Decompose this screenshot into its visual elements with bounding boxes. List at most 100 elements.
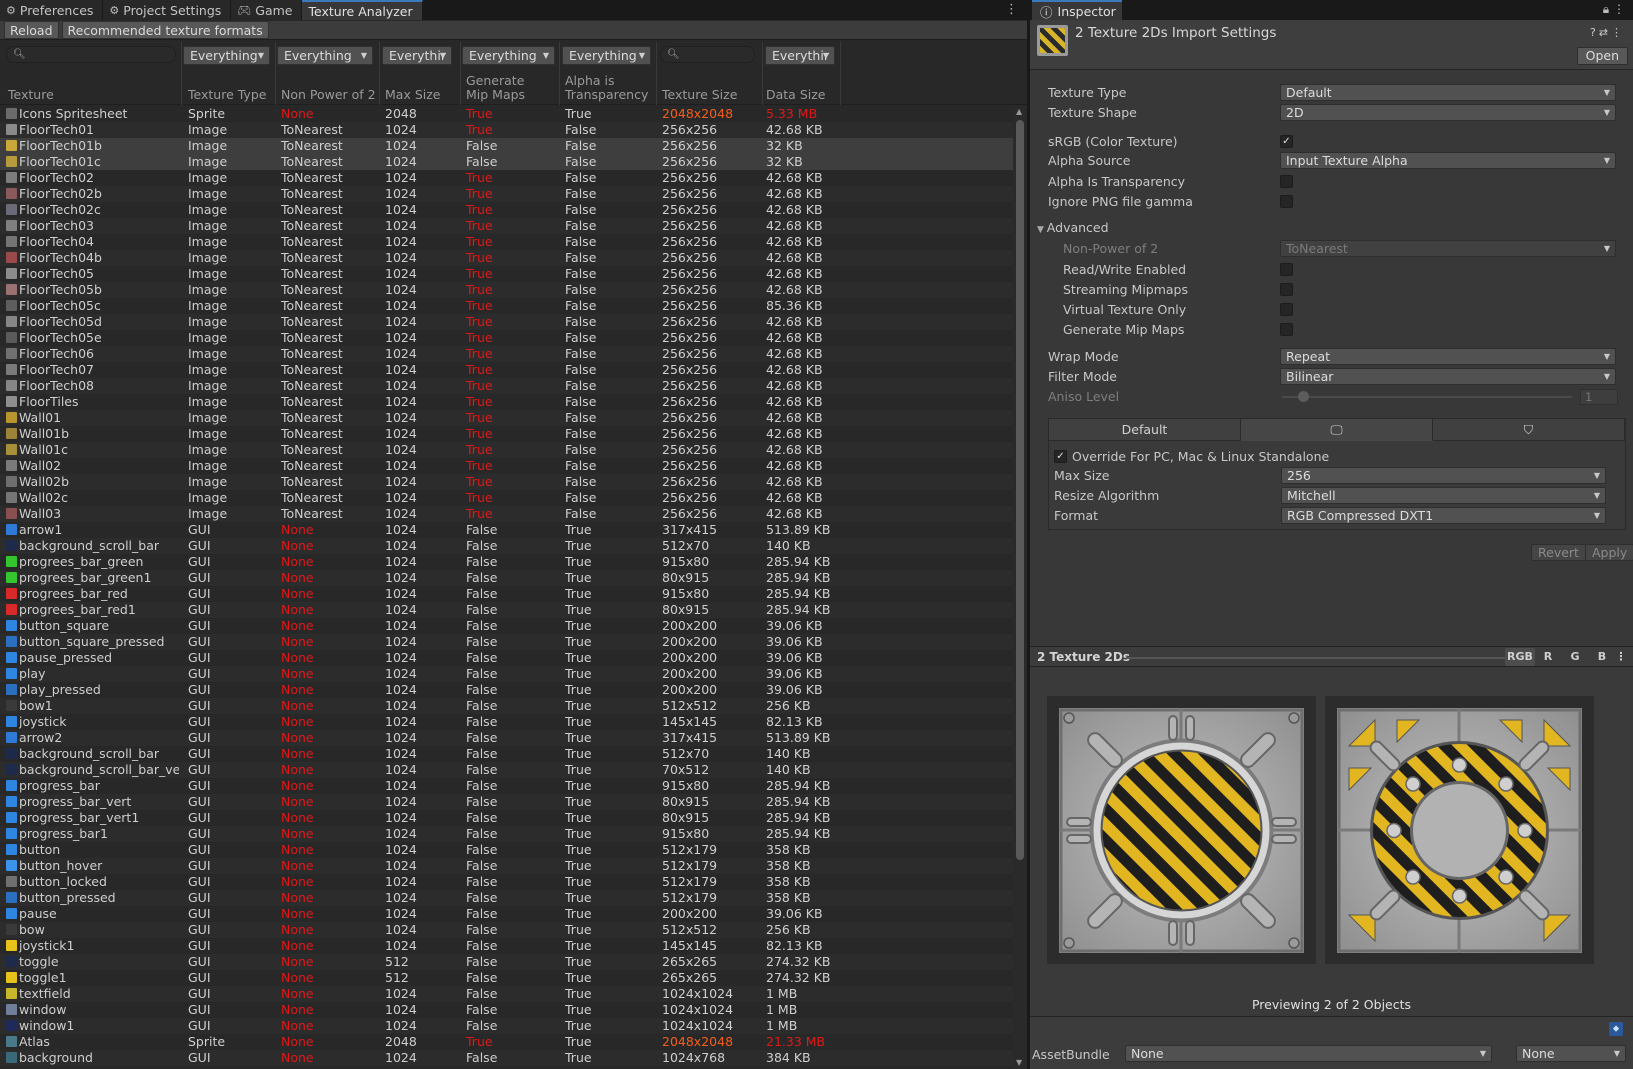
table-row[interactable]: Wall01 Image ToNearest 1024 True False 256x256… (0, 410, 1013, 426)
table-row[interactable]: FloorTech01c Image ToNearest 1024 False False… (0, 154, 1013, 170)
table-row[interactable]: Wall03 Image ToNearest 1024 True False 256x256… (0, 506, 1013, 522)
reload-button[interactable]: Reload (4, 21, 59, 39)
texture-shape-dropdown[interactable]: 2D ▼ (1280, 104, 1616, 121)
table-row[interactable]: Wall01b Image ToNearest 1024 True False 256x25… (0, 426, 1013, 442)
table-row[interactable]: textfield GUI None 1024 False True 1024x1024 1 … (0, 986, 1013, 1002)
table-row[interactable]: FloorTech02c Image ToNearest 1024 True False 2… (0, 202, 1013, 218)
assetbundle-variant-dropdown[interactable]: None ▼ (1516, 1045, 1626, 1062)
channel-rgb-button[interactable]: RGB (1505, 648, 1535, 666)
table-row[interactable]: FloorTech05c Image ToNearest 1024 True False 2… (0, 298, 1013, 314)
data-size-filter[interactable]: Everythir ▼ (765, 46, 835, 65)
tab-texture-analyzer[interactable]: Texture Analyzer (302, 0, 423, 20)
help-icon[interactable]: ?⇄⋮ (1590, 26, 1625, 39)
recommended-formats-button[interactable]: Recommended texture formats (61, 21, 269, 39)
channel-r-button[interactable]: R (1536, 648, 1560, 666)
revert-button[interactable]: Revert (1531, 544, 1586, 561)
table-row[interactable]: background_scroll_bar_vert GUI None 1024 Fal… (0, 762, 1013, 778)
tab-preferences[interactable]: ⚙ Preferences (0, 0, 104, 20)
tab-game[interactable]: 🎮︎ Game (231, 0, 303, 20)
column-divider[interactable] (559, 42, 560, 105)
table-row[interactable]: Atlas Sprite None 2048 True True 2048x2048 21.3… (0, 1034, 1013, 1050)
table-row[interactable]: bow1 GUI None 1024 False True 512x512 256 KB (0, 698, 1013, 714)
table-row[interactable]: progress_bar_vert1 GUI None 1024 False True 80… (0, 810, 1013, 826)
texture-search-field[interactable]: 🔍︎ (6, 46, 176, 63)
texture-type-filter[interactable]: Everything ▼ (183, 46, 270, 65)
table-row[interactable]: progrees_bar_green1 GUI None 1024 False True 8… (0, 570, 1013, 586)
table-row[interactable]: toggle1 GUI None 512 False True 265x265 274.32 … (0, 970, 1013, 986)
column-divider[interactable] (379, 42, 380, 105)
alpha-filter[interactable]: Everything ▼ (562, 46, 651, 65)
scroll-down-icon[interactable]: ▼ (1016, 1058, 1022, 1067)
col-max-size[interactable]: Max Size (385, 88, 440, 102)
table-row[interactable]: button_pressed GUI None 1024 False True 512x17… (0, 890, 1013, 906)
table-row[interactable]: toggle GUI None 512 False True 265x265 274.32 K… (0, 954, 1013, 970)
channel-b-button[interactable]: B (1590, 648, 1614, 666)
table-row[interactable]: pause_pressed GUI None 1024 False True 200x200… (0, 650, 1013, 666)
column-divider[interactable] (275, 42, 276, 105)
table-row[interactable]: FloorTech01b Image ToNearest 1024 False False… (0, 138, 1013, 154)
table-row[interactable]: FloorTech02 Image ToNearest 1024 True False 25… (0, 170, 1013, 186)
tab-project-settings[interactable]: ⚙ Project Settings (103, 0, 232, 20)
column-divider[interactable] (762, 42, 763, 105)
apply-button[interactable]: Apply (1585, 544, 1633, 561)
table-row[interactable]: FloorTech05 Image ToNearest 1024 True False 25… (0, 266, 1013, 282)
virtual-texture-checkbox[interactable] (1280, 303, 1293, 316)
tab-platform-webgl[interactable]: ⛉ (1433, 419, 1625, 441)
table-row[interactable]: progrees_bar_red GUI None 1024 False True 915x… (0, 586, 1013, 602)
max-size-dropdown[interactable]: 256 ▼ (1281, 467, 1606, 484)
kebab-menu-icon[interactable]: ⋮ (1614, 648, 1628, 666)
col-texture-size[interactable]: Texture Size (662, 88, 737, 102)
table-row[interactable]: FloorTech05d Image ToNearest 1024 True False 2… (0, 314, 1013, 330)
column-divider[interactable] (460, 42, 461, 105)
override-checkbox[interactable]: ✓ (1054, 450, 1067, 463)
table-row[interactable]: arrow2 GUI None 1024 False True 317x415 513.89 … (0, 730, 1013, 746)
table-row[interactable]: progress_bar_vert GUI None 1024 False True 80x… (0, 794, 1013, 810)
assetbundle-dropdown[interactable]: None ▼ (1125, 1045, 1492, 1062)
table-row[interactable]: play GUI None 1024 False True 200x200 39.06 KB (0, 666, 1013, 682)
col-mip-line2[interactable]: Mip Maps (466, 88, 525, 102)
table-row[interactable]: FloorTech06 Image ToNearest 1024 True False 25… (0, 346, 1013, 362)
table-row[interactable]: FloorTech04b Image ToNearest 1024 True False 2… (0, 250, 1013, 266)
table-row[interactable]: FloorTech01 Image ToNearest 1024 True False 25… (0, 122, 1013, 138)
read-write-checkbox[interactable] (1280, 263, 1293, 276)
tab-platform-standalone[interactable]: 🖵 (1241, 419, 1433, 441)
ignore-png-checkbox[interactable] (1280, 195, 1293, 208)
table-row[interactable]: button_square_pressed GUI None 1024 False Tru… (0, 634, 1013, 650)
table-row[interactable]: Wall02 Image ToNearest 1024 True False 256x256… (0, 458, 1013, 474)
col-texture[interactable]: Texture (8, 88, 54, 102)
table-row[interactable]: FloorTech03 Image ToNearest 1024 True False 25… (0, 218, 1013, 234)
preview-drag-bar[interactable] (1126, 657, 1526, 659)
table-row[interactable]: Icons Spritesheet Sprite None 2048 True True 2… (0, 106, 1013, 122)
size-search-field[interactable]: 🔍︎ (660, 46, 755, 63)
lock-icon[interactable]: 🔒︎ ⋮ (1603, 2, 1625, 17)
col-data-size[interactable]: Data Size (766, 88, 825, 102)
table-row[interactable]: arrow1 GUI None 1024 False True 317x415 513.89 … (0, 522, 1013, 538)
advanced-foldout[interactable]: ▼ Advanced (1037, 219, 1109, 237)
table-row[interactable]: play_pressed GUI None 1024 False True 200x200 3… (0, 682, 1013, 698)
table-row[interactable]: button_locked GUI None 1024 False True 512x179… (0, 874, 1013, 890)
table-row[interactable]: FloorTiles Image ToNearest 1024 True False 256… (0, 394, 1013, 410)
kebab-menu-icon[interactable]: ⋮ (1005, 2, 1018, 17)
table-row[interactable]: joystick GUI None 1024 False True 145x145 82.13… (0, 714, 1013, 730)
label-tag-icon[interactable]: ⬥ (1609, 1022, 1623, 1036)
channel-g-button[interactable]: G (1563, 648, 1587, 666)
mip-maps-filter[interactable]: Everything ▼ (462, 46, 555, 65)
table-row[interactable]: Wall02c Image ToNearest 1024 True False 256x25… (0, 490, 1013, 506)
table-row[interactable]: Wall02b Image ToNearest 1024 True False 256x25… (0, 474, 1013, 490)
table-row[interactable]: background_scroll_bar GUI None 1024 False Tru… (0, 538, 1013, 554)
open-button[interactable]: Open (1576, 47, 1628, 65)
table-row[interactable]: background GUI None 1024 False True 1024x768 38… (0, 1050, 1013, 1066)
tab-platform-default[interactable]: Default (1049, 419, 1241, 441)
streaming-mipmaps-checkbox[interactable] (1280, 283, 1293, 296)
table-row[interactable]: Wall01c Image ToNearest 1024 True False 256x25… (0, 442, 1013, 458)
tab-inspector[interactable]: ⓘ Inspector (1032, 0, 1122, 20)
table-row[interactable]: FloorTech05e Image ToNearest 1024 True False 2… (0, 330, 1013, 346)
col-npot[interactable]: Non Power of 2 (281, 88, 376, 102)
scroll-up-icon[interactable]: ▲ (1016, 107, 1022, 116)
table-row[interactable]: joystick1 GUI None 1024 False True 145x145 82.1… (0, 938, 1013, 954)
table-row[interactable]: button_square GUI None 1024 False True 200x200… (0, 618, 1013, 634)
resize-algorithm-dropdown[interactable]: Mitchell ▼ (1281, 487, 1606, 504)
table-row[interactable]: background_scroll_bar GUI None 1024 False Tru… (0, 746, 1013, 762)
column-divider[interactable] (840, 42, 841, 105)
col-texture-type[interactable]: Texture Type (188, 88, 266, 102)
